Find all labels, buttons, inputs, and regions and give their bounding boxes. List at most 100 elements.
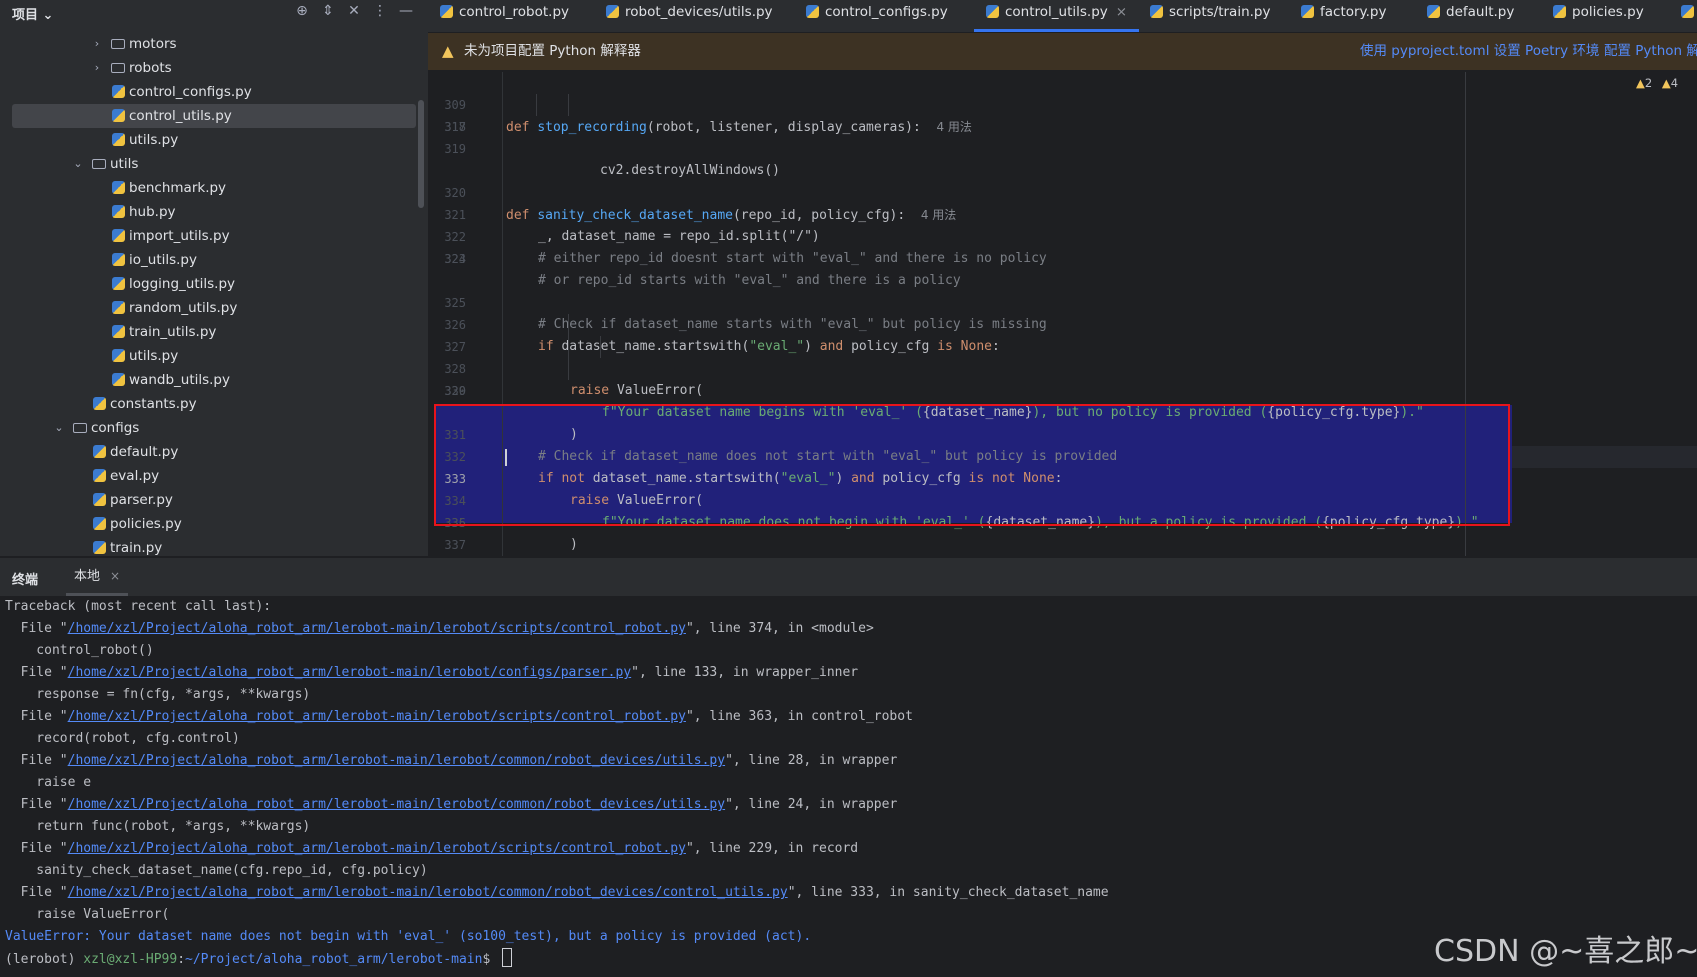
tree-file-hub[interactable]: hub.py	[0, 200, 428, 224]
tab-terminal-local[interactable]: 本地 ×	[66, 558, 129, 596]
tree-file-constants[interactable]: constants.py	[0, 392, 428, 416]
tab-control-configs[interactable]: control_configs.py	[806, 0, 948, 32]
tab-factory[interactable]: factory.py	[1301, 0, 1386, 32]
tree-file-parser[interactable]: parser.py	[0, 488, 428, 512]
chevron-down-icon[interactable]: ⌄	[72, 152, 84, 176]
tab-overflow[interactable]	[1681, 0, 1697, 32]
python-file-icon	[91, 512, 107, 538]
tree-file-eval[interactable]: eval.py	[0, 464, 428, 488]
tree-file-train-utils[interactable]: train_utils.py	[0, 320, 428, 344]
code-line: 323 # or repo_id starts with "eval_" and…	[444, 252, 961, 288]
file-path-link[interactable]: /home/xzl/Project/aloha_robot_arm/lerobo…	[68, 709, 686, 724]
tree-folder-configs[interactable]: ⌄ configs	[0, 416, 428, 440]
tab-control-robot[interactable]: control_robot.py	[440, 0, 569, 32]
tree-item-label: control_configs.py	[129, 84, 252, 100]
tab-label: control_configs.py	[825, 4, 948, 20]
chevron-right-icon[interactable]: ›	[91, 32, 103, 56]
code-line: 328 f"Your dataset name begins with 'eva…	[428, 336, 1697, 420]
code-line: 309 def stop_recording(robot, listener, …	[444, 98, 972, 135]
python-file-icon	[110, 296, 126, 322]
tree-file-utils-2[interactable]: utils.py	[0, 344, 428, 368]
tree-file-random-utils[interactable]: random_utils.py	[0, 296, 428, 320]
inspection-widget[interactable]: ▲2 ▲4	[1636, 76, 1678, 90]
code-line: 330	[444, 384, 466, 398]
file-path-link[interactable]: /home/xzl/Project/aloha_robot_arm/lerobo…	[68, 753, 725, 768]
tree-file-control-utils[interactable]: control_utils.py	[12, 104, 416, 128]
expand-all-icon[interactable]: ⇕	[320, 3, 336, 19]
code-line: 317 cv2.destroyAllWindows()	[428, 94, 1697, 178]
close-tab-icon[interactable]: ×	[1116, 4, 1127, 20]
python-file-icon	[440, 5, 453, 18]
tree-item-label: import_utils.py	[129, 228, 230, 244]
python-file-icon	[110, 176, 126, 202]
collapse-all-icon[interactable]: ✕	[346, 3, 362, 19]
tab-default[interactable]: default.py	[1427, 0, 1514, 32]
file-path-link[interactable]: /home/xzl/Project/aloha_robot_arm/lerobo…	[68, 841, 686, 856]
tab-robot-devices-utils[interactable]: robot_devices/utils.py	[606, 0, 773, 32]
tree-item-label: control_utils.py	[129, 108, 232, 124]
tree-folder-motors[interactable]: › motors	[0, 32, 428, 56]
tree-file-benchmark[interactable]: benchmark.py	[0, 176, 428, 200]
file-path-link[interactable]: /home/xzl/Project/aloha_robot_arm/lerobo…	[68, 665, 632, 680]
folder-icon	[110, 32, 126, 57]
configure-interpreter-link[interactable]: 配置 Python 解释器	[1604, 33, 1697, 70]
options-menu-icon[interactable]: ⋮	[372, 3, 388, 19]
tab-policies[interactable]: policies.py	[1553, 0, 1644, 32]
project-header: 项目 ⌄ ⊕ ⇕ ✕ ⋮ —	[0, 0, 428, 24]
project-view-dropdown[interactable]: 项目 ⌄	[12, 4, 53, 23]
tab-label: factory.py	[1320, 4, 1387, 20]
tree-file-logging-utils[interactable]: logging_utils.py	[0, 272, 428, 296]
tree-folder-utils[interactable]: ⌄ utils	[0, 152, 428, 176]
folder-icon	[72, 416, 88, 441]
tree-file-import-utils[interactable]: import_utils.py	[0, 224, 428, 248]
tab-scripts-train[interactable]: scripts/train.py	[1150, 0, 1270, 32]
tree-item-label: utils.py	[129, 132, 179, 148]
terminal-line: Traceback (most recent call last):	[5, 599, 272, 614]
tree-item-label: configs	[91, 420, 140, 436]
tree-file-utils[interactable]: utils.py	[0, 128, 428, 152]
file-path-link[interactable]: /home/xzl/Project/aloha_robot_arm/lerobo…	[68, 885, 788, 900]
terminal-tab-bar: 终端 本地 ×	[0, 557, 1697, 596]
terminal-output[interactable]: Traceback (most recent call last): File …	[0, 596, 1697, 977]
python-file-icon	[110, 272, 126, 298]
tree-file-control-configs[interactable]: control_configs.py	[0, 80, 428, 104]
tree-item-label: random_utils.py	[129, 300, 238, 316]
chevron-down-icon[interactable]: ⌄	[53, 416, 65, 440]
locate-icon[interactable]: ⊕	[294, 3, 310, 19]
file-path-link[interactable]: /home/xzl/Project/aloha_robot_arm/lerobo…	[68, 797, 725, 812]
tree-folder-robots[interactable]: › robots	[0, 56, 428, 80]
terminal-line: File "/home/xzl/Project/aloha_robot_arm/…	[5, 753, 898, 768]
project-scrollbar[interactable]	[418, 100, 424, 208]
tree-item-label: logging_utils.py	[129, 276, 236, 292]
code-line: 321 _, dataset_name = repo_id.split("/")	[444, 208, 820, 244]
tree-file-io-utils[interactable]: io_utils.py	[0, 248, 428, 272]
shell-prompt[interactable]: (lerobot) xzl@xzl-HP99:~/Project/aloha_r…	[5, 948, 513, 970]
python-file-icon	[1681, 5, 1694, 18]
error-message: ValueError: Your dataset name does not b…	[5, 929, 812, 944]
tree-file-wandb-utils[interactable]: wandb_utils.py	[0, 368, 428, 392]
tree-file-train[interactable]: train.py	[0, 536, 428, 556]
code-line: 319	[444, 142, 466, 156]
tree-item-label: policies.py	[110, 516, 182, 532]
highlight-box	[434, 404, 1510, 526]
terminal-line: return func(robot, *args, **kwargs)	[5, 819, 311, 834]
tree-item-label: train_utils.py	[129, 324, 217, 340]
setup-poetry-link[interactable]: 使用 pyproject.toml 设置 Poetry 环境	[1360, 33, 1599, 70]
tab-control-utils[interactable]: control_utils.py ×	[974, 0, 1140, 32]
close-tab-icon[interactable]: ×	[110, 569, 120, 583]
python-file-icon	[91, 464, 107, 490]
python-file-icon	[110, 344, 126, 370]
terminal-line: response = fn(cfg, *args, **kwargs)	[5, 687, 311, 702]
tab-label: policies.py	[1572, 4, 1644, 20]
tree-file-default[interactable]: default.py	[0, 440, 428, 464]
python-file-icon	[110, 200, 126, 226]
tree-item-label: benchmark.py	[129, 180, 227, 196]
hide-panel-icon[interactable]: —	[398, 3, 414, 19]
terminal-line: sanity_check_dataset_name(cfg.repo_id, c…	[5, 863, 428, 878]
chevron-right-icon[interactable]: ›	[91, 56, 103, 80]
tree-item-label: default.py	[110, 444, 179, 460]
tree-file-policies[interactable]: policies.py	[0, 512, 428, 536]
python-file-icon	[110, 368, 126, 394]
terminal-cursor	[502, 948, 513, 967]
file-path-link[interactable]: /home/xzl/Project/aloha_robot_arm/lerobo…	[68, 621, 686, 636]
